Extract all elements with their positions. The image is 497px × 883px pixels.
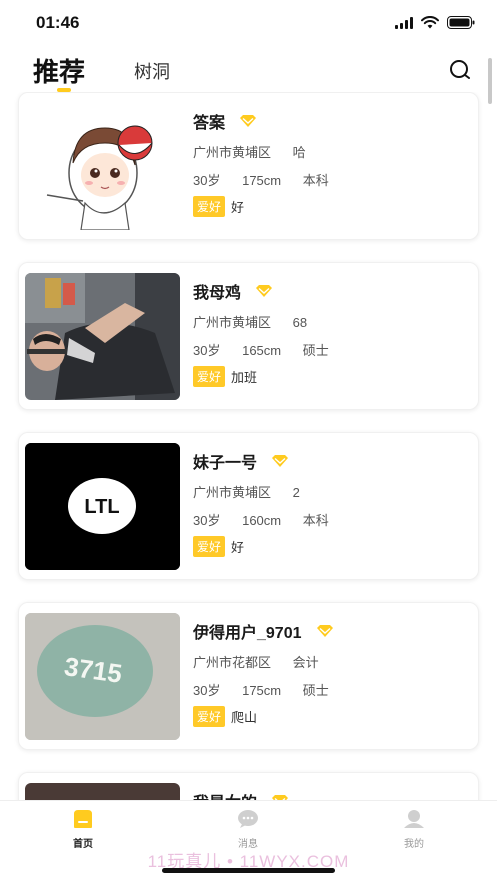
profile-hobby-row: 爱好 好 <box>193 536 262 557</box>
profile-age: 30岁 <box>193 683 221 698</box>
profile-age: 30岁 <box>193 173 221 188</box>
profile-name: 我母鸡 <box>193 285 242 302</box>
profile-education: 硕士 <box>302 343 329 358</box>
profile-basic-row: 30岁 175cm 本科 <box>193 170 347 189</box>
profile-card[interactable]: 3715 伊得用户_9701 广州市花都区 会计 30岁 175cm 硕士 爱好… <box>18 602 479 750</box>
profile-card[interactable]: 我是女的 <box>18 772 479 800</box>
hobby-tag: 爱好 <box>193 196 226 217</box>
profile-name-row: 我是女的 <box>193 789 289 800</box>
profile-photo <box>25 103 180 230</box>
vip-diamond-icon <box>255 285 273 297</box>
profile-height: 175cm <box>242 683 282 698</box>
profile-education: 硕士 <box>302 683 329 698</box>
profile-card[interactable]: LTL 妹子一号 广州市黄埔区 2 30岁 160cm 本科 爱好 好 <box>18 432 479 580</box>
profile-height: 160cm <box>242 513 282 528</box>
profile-occupation: 68 <box>292 315 308 330</box>
profile-hobby-row: 爱好 加班 <box>193 366 275 387</box>
top-header: 推荐 树洞 <box>0 44 497 92</box>
profile-age: 30岁 <box>193 513 221 528</box>
profile-name-row: 伊得用户_9701 <box>193 619 334 643</box>
hobby-tag: 爱好 <box>193 706 226 727</box>
profile-location: 广州市黄埔区 <box>193 145 272 160</box>
profile-name: 妹子一号 <box>193 455 258 472</box>
hobby-tag: 爱好 <box>193 366 226 387</box>
profile-hobby: 好 <box>231 200 245 215</box>
profile-occupation: 哈 <box>292 145 306 160</box>
profile-name-row: 我母鸡 <box>193 279 273 303</box>
search-icon <box>450 60 470 79</box>
profile-location-row: 广州市花都区 会计 <box>193 652 337 671</box>
profile-location: 广州市黄埔区 <box>193 485 272 500</box>
profile-location: 广州市花都区 <box>193 655 272 670</box>
profile-name-row: 答案 <box>193 109 257 133</box>
profile-education: 本科 <box>302 173 329 188</box>
profile-card[interactable]: 答案 广州市黄埔区 哈 30岁 175cm 本科 爱好 好 <box>18 92 479 240</box>
profile-basic-row: 30岁 175cm 硕士 <box>193 680 347 699</box>
status-bar: 01:46 <box>0 0 497 44</box>
home-indicator[interactable] <box>162 868 335 873</box>
profile-feed[interactable]: 答案 广州市黄埔区 哈 30岁 175cm 本科 爱好 好 我母鸡 广州市黄埔区… <box>0 92 497 800</box>
profile-occupation: 2 <box>292 485 300 500</box>
profile-photo: 3715 <box>25 613 180 740</box>
profile-hobby-row: 爱好 爬山 <box>193 706 275 727</box>
ltl-logo-text: LTL <box>84 496 119 518</box>
cellular-signal-icon <box>395 16 413 29</box>
tab-treehole[interactable]: 树洞 <box>134 58 170 84</box>
profile-hobby-row: 爱好 好 <box>193 196 262 217</box>
ltl-logo-image: LTL <box>25 443 180 570</box>
profile-age: 30岁 <box>193 343 221 358</box>
profile-name: 我是女的 <box>193 789 257 800</box>
wifi-icon <box>421 16 439 29</box>
vip-diamond-icon <box>271 455 289 467</box>
profile-occupation: 会计 <box>292 655 319 670</box>
tab-home[interactable]: 首页 <box>53 809 113 850</box>
vip-diamond-icon <box>316 625 334 637</box>
hobby-tag: 爱好 <box>193 536 226 557</box>
profile-location-row: 广州市黄埔区 2 <box>193 482 318 501</box>
message-bubble-icon <box>236 809 260 829</box>
tab-mine[interactable]: 我的 <box>384 809 444 850</box>
status-icons <box>395 16 475 29</box>
profile-photo: LTL <box>25 443 180 570</box>
tab-recommend[interactable]: 推荐 <box>33 52 85 89</box>
vip-diamond-icon <box>239 115 257 127</box>
profile-hobby: 爬山 <box>231 710 258 725</box>
status-time: 01:46 <box>36 13 80 32</box>
profile-hobby: 好 <box>231 540 245 555</box>
user-profile-icon <box>402 809 426 829</box>
gym-photo <box>25 273 180 400</box>
tab-messages[interactable]: 消息 <box>218 809 278 850</box>
profile-basic-row: 30岁 160cm 本科 <box>193 510 347 529</box>
profile-name: 答案 <box>193 115 226 132</box>
cartoon-girl-avatar <box>25 103 180 230</box>
search-button[interactable] <box>448 58 472 82</box>
profile-height: 175cm <box>242 173 282 188</box>
number-sticker-photo: 3715 <box>25 613 180 740</box>
profile-height: 165cm <box>242 343 282 358</box>
profile-name-row: 妹子一号 <box>193 449 289 473</box>
profile-hobby: 加班 <box>231 370 258 385</box>
profile-location: 广州市黄埔区 <box>193 315 272 330</box>
profile-name: 伊得用户_9701 <box>193 625 302 642</box>
profile-photo <box>25 783 180 800</box>
profile-photo <box>25 273 180 400</box>
profile-location-row: 广州市黄埔区 68 <box>193 312 325 331</box>
profile-card[interactable]: 我母鸡 广州市黄埔区 68 30岁 165cm 硕士 爱好 加班 <box>18 262 479 410</box>
profile-location-row: 广州市黄埔区 哈 <box>193 142 324 161</box>
profile-education: 本科 <box>302 513 329 528</box>
battery-icon <box>447 16 475 29</box>
profile-basic-row: 30岁 165cm 硕士 <box>193 340 347 359</box>
home-icon <box>71 809 95 829</box>
